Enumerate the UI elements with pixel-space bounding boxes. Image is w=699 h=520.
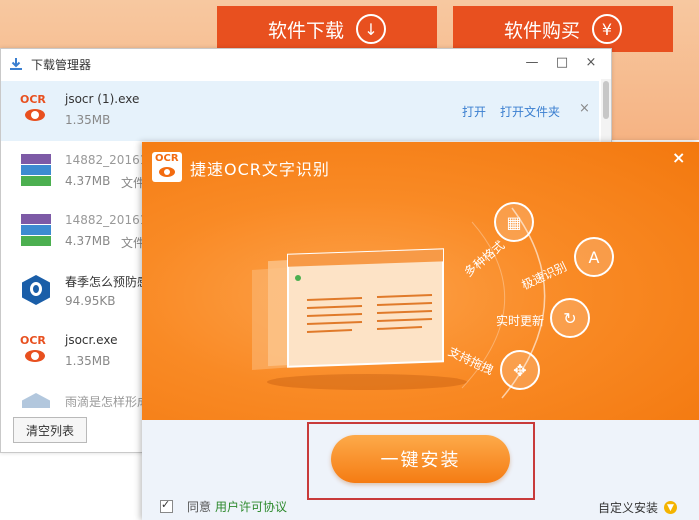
download-manager-title: 下载管理器 xyxy=(31,57,92,72)
feature-label: 实时更新 xyxy=(496,314,545,328)
cloud-download-icon: ↓ xyxy=(356,14,386,44)
custom-install-toggle[interactable]: 自定义安装 ▼ xyxy=(598,499,678,516)
clear-list-button[interactable]: 清空列表 xyxy=(13,417,87,443)
realtime-update-icon: ↻ xyxy=(550,298,590,338)
close-button[interactable]: × xyxy=(582,55,600,70)
scrollbar-thumb[interactable] xyxy=(603,81,609,119)
installer-banner: OCR 捷速OCR文字识别 × ▦ 多种格式 A 极速识别 ↻ 实时更新 ✥ 支… xyxy=(142,142,699,420)
q-app-icon xyxy=(19,274,53,308)
license-agreement: 同意 用户许可协议 xyxy=(160,498,287,515)
remove-item-button[interactable]: × xyxy=(579,101,590,116)
installer-close-button[interactable]: × xyxy=(672,148,685,167)
file-name: 雨滴是怎样形成 xyxy=(65,395,150,408)
file-size: 94.95KB xyxy=(65,294,116,308)
software-buy-label: 软件购买 xyxy=(503,19,580,42)
software-download-button[interactable]: 软件下载 ↓ xyxy=(217,6,437,52)
file-size: 1.35MB xyxy=(65,113,111,127)
open-link[interactable]: 打开 xyxy=(462,103,486,120)
ocr-installer-window: OCR 捷速OCR文字识别 × ▦ 多种格式 A 极速识别 ↻ 实时更新 ✥ 支… xyxy=(142,142,699,520)
file-name: jsocr (1).exe xyxy=(65,92,140,106)
agree-label: 同意 xyxy=(187,500,212,514)
open-folder-link[interactable]: 打开文件夹 xyxy=(500,103,560,120)
ocr-icon: OCR xyxy=(19,334,53,368)
file-size: 1.35MB xyxy=(65,354,111,368)
software-download-label: 软件下载 xyxy=(267,19,344,42)
file-size: 4.37MB xyxy=(65,174,111,188)
software-buy-button[interactable]: 软件购买 ¥ xyxy=(453,6,673,52)
drag-drop-icon: ✥ xyxy=(500,350,540,390)
minimize-button[interactable]: — xyxy=(523,55,541,70)
archive-icon xyxy=(19,214,53,248)
fast-recognition-icon: A xyxy=(574,237,614,277)
download-item[interactable]: OCR jsocr (1).exe 1.35MB 打开 打开文件夹 × xyxy=(1,81,599,141)
license-link[interactable]: 用户许可协议 xyxy=(215,498,287,515)
q-app-icon xyxy=(19,392,53,408)
installer-title: 捷速OCR文字识别 xyxy=(190,160,330,179)
multi-format-icon: ▦ xyxy=(494,202,534,242)
maximize-button[interactable]: □ xyxy=(553,55,571,70)
download-arrow-icon xyxy=(9,57,23,71)
chevron-down-icon: ▼ xyxy=(664,501,678,514)
ocr-icon: OCR xyxy=(19,93,53,127)
one-click-install-button[interactable]: 一键安装 xyxy=(331,435,510,483)
agree-checkbox[interactable] xyxy=(160,498,173,513)
download-manager-titlebar: 下载管理器 xyxy=(1,49,611,79)
file-size: 4.37MB xyxy=(65,234,111,248)
ocr-logo-icon: OCR xyxy=(152,152,182,182)
file-name: jsocr.exe xyxy=(65,333,118,347)
yen-icon: ¥ xyxy=(592,14,622,44)
archive-icon xyxy=(19,154,53,188)
file-name: 春季怎么预防感 xyxy=(65,275,150,289)
custom-install-label: 自定义安装 xyxy=(598,501,659,515)
